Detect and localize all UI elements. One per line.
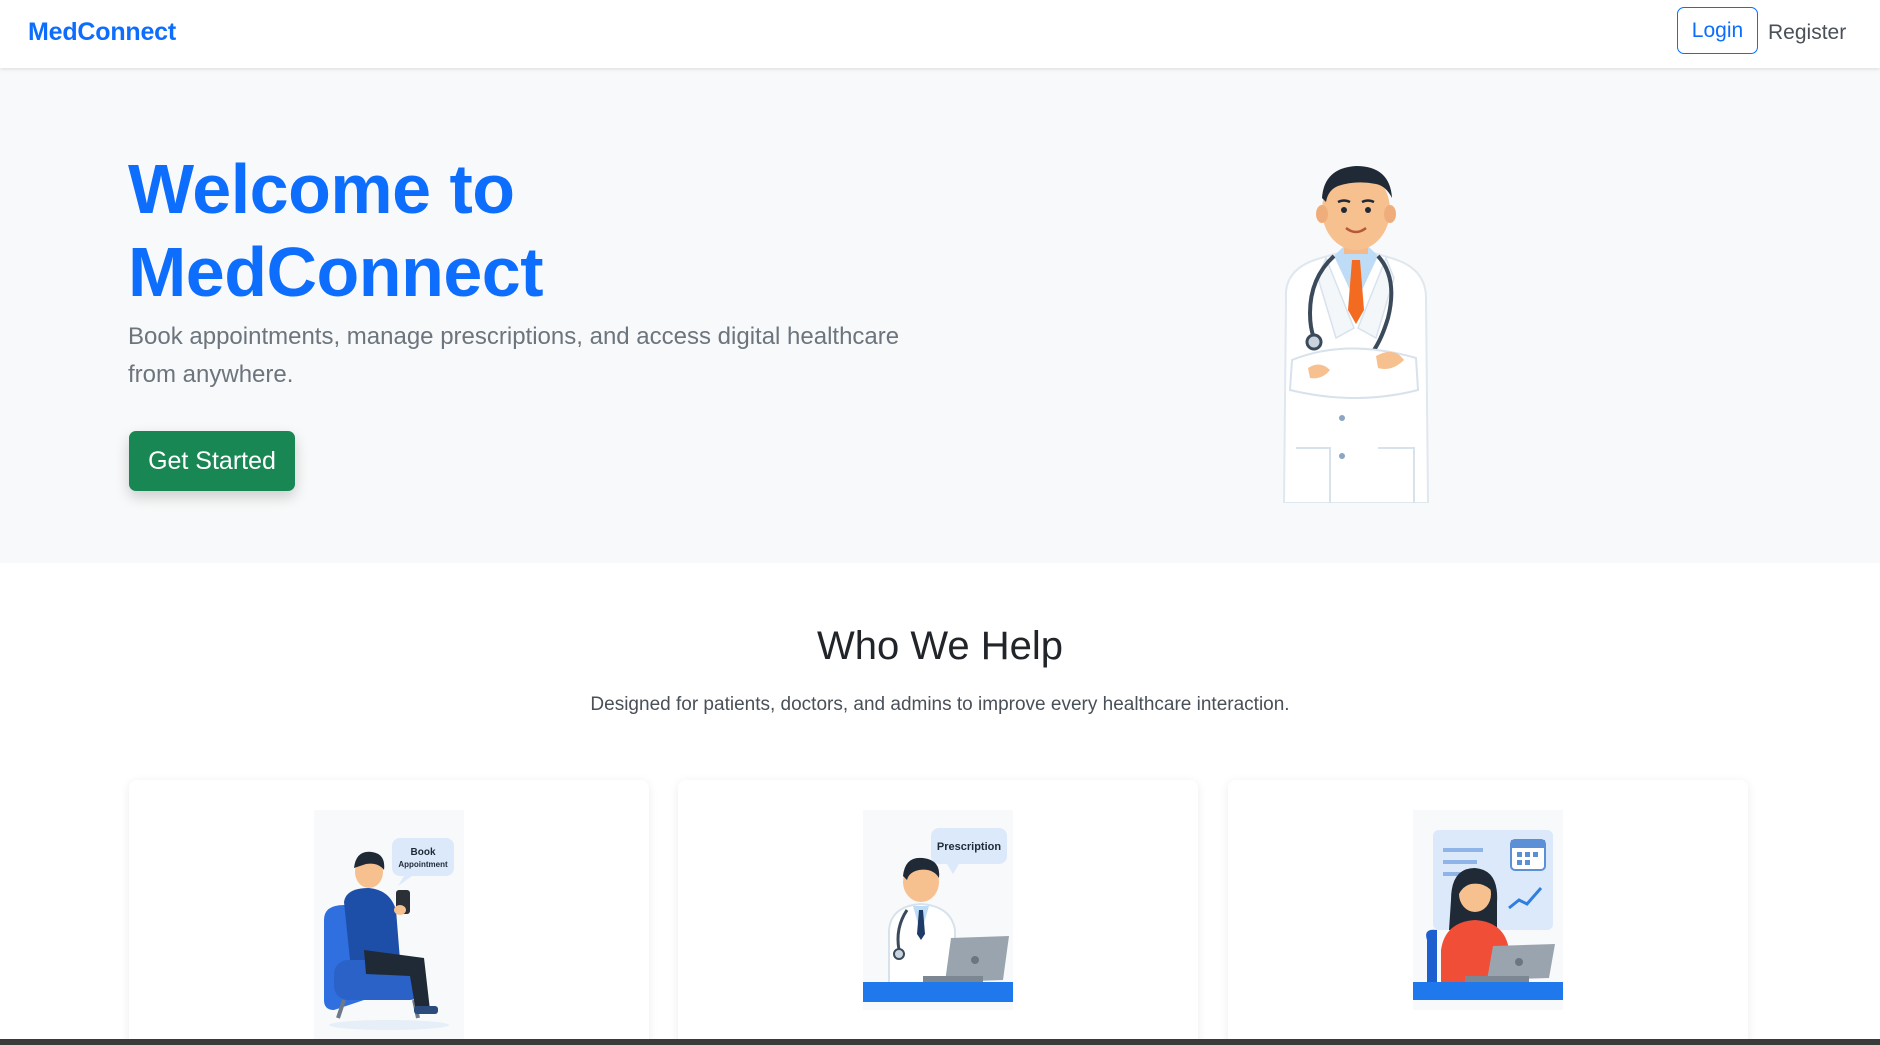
register-link[interactable]: Register [1768, 21, 1846, 45]
doctor-prescription-illustration: Prescription [863, 810, 1013, 1010]
admin-dashboard-illustration [1413, 810, 1563, 1010]
doctor-card: Prescription [678, 780, 1198, 1045]
svg-text:Appointment: Appointment [398, 860, 448, 869]
doctor-illustration [1226, 128, 1486, 503]
who-we-help-subtitle: Designed for patients, doctors, and admi… [590, 694, 1290, 715]
brand-logo-link[interactable]: MedConnect [28, 18, 176, 47]
hero-subtitle: Book appointments, manage prescriptions,… [128, 323, 900, 388]
svg-text:Book: Book [411, 847, 436, 858]
hero-section: Welcome to MedConnect Book appointments,… [0, 68, 1880, 563]
patient-card: Book Appointment [129, 780, 649, 1045]
navbar: MedConnect Login Register [0, 0, 1880, 68]
login-button[interactable]: Login [1677, 7, 1758, 54]
admin-card [1228, 780, 1748, 1045]
who-we-help-title: Who We Help [816, 624, 1063, 668]
patient-booking-illustration: Book Appointment [314, 810, 464, 1040]
hero-title: Welcome to MedConnect [128, 150, 544, 311]
bottom-edge-bar [0, 1039, 1880, 1045]
svg-text:Prescription: Prescription [937, 841, 1001, 853]
get-started-button[interactable]: Get Started [129, 431, 295, 491]
